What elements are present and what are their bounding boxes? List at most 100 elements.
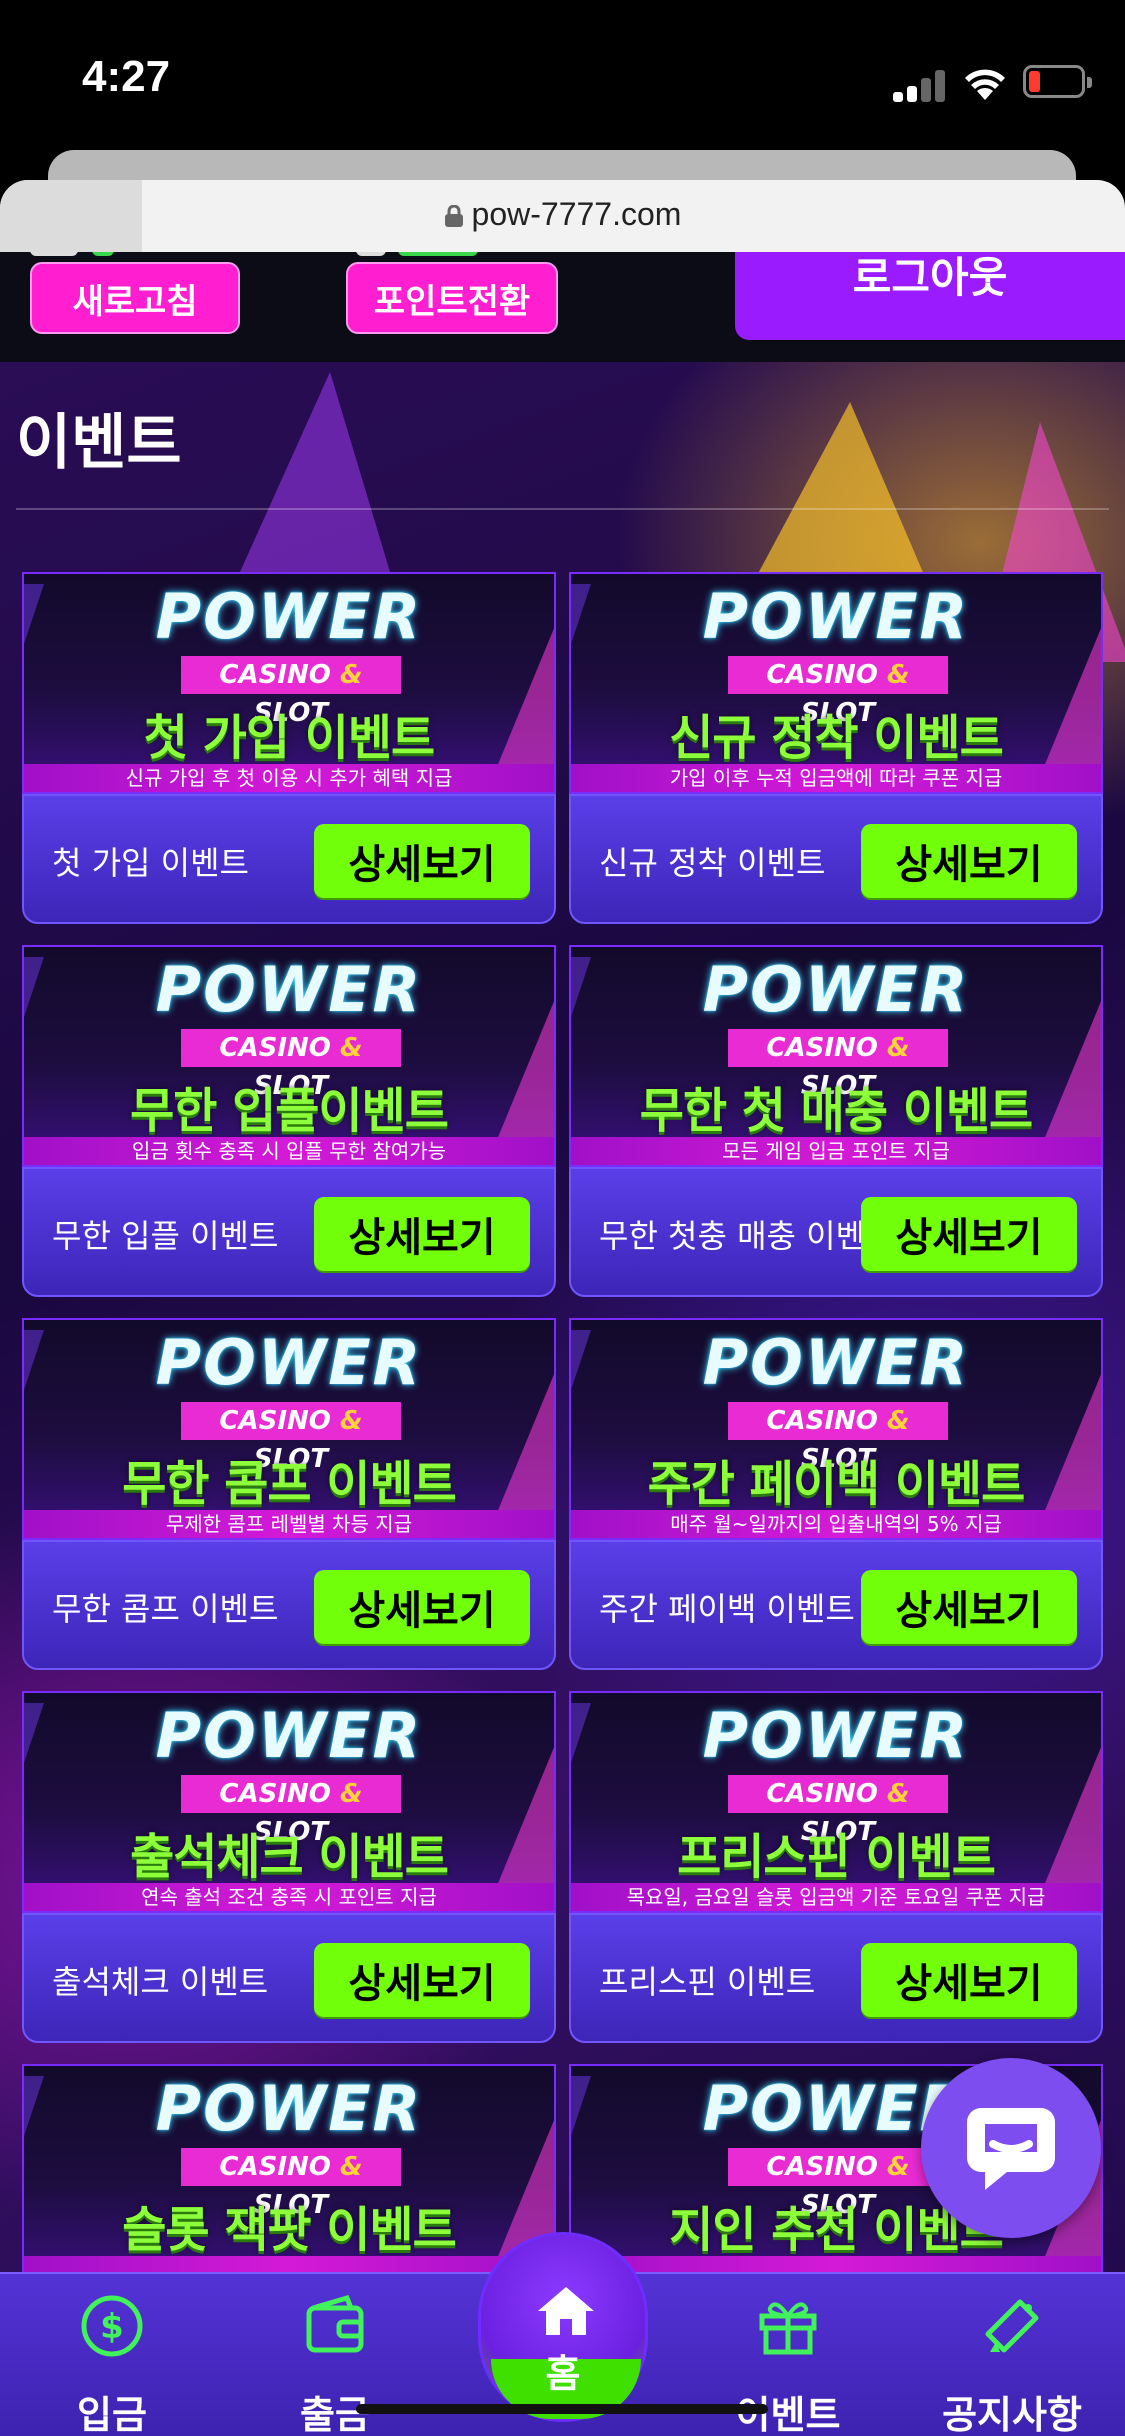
event-card-footer: 주간 페이백 이벤트 상세보기: [569, 1540, 1103, 1670]
lock-icon: [444, 205, 463, 227]
casino-slot-tag: CASINO & SLOT: [728, 1775, 948, 1847]
event-banner[interactable]: POWER CASINO & SLOT 무한 콤프 이벤트 무제한 콤프 레벨별…: [22, 1318, 556, 1540]
casino-slot-tag: CASINO & SLOT: [728, 1402, 948, 1474]
event-banner[interactable]: POWER CASINO & SLOT 무한 입플이벤트 입금 횟수 충족 시 …: [22, 945, 556, 1167]
brand-logo: POWER: [702, 580, 970, 653]
casino-slot-tag: CASINO & SLOT: [181, 1402, 401, 1474]
event-banner-subtitle: 신규 가입 후 첫 이용 시 추가 혜택 지급: [24, 764, 554, 792]
casino-slot-tag: CASINO & SLOT: [728, 2148, 948, 2220]
view-details-button[interactable]: 상세보기: [861, 1570, 1077, 1644]
view-details-button[interactable]: 상세보기: [314, 1943, 530, 2017]
event-name: 주간 페이백 이벤트: [599, 1590, 855, 1628]
view-details-button[interactable]: 상세보기: [314, 824, 530, 898]
brand-logo: POWER: [702, 953, 970, 1026]
points-chip: [356, 252, 386, 256]
event-card[interactable]: POWER CASINO & SLOT 무한 콤프 이벤트 무제한 콤프 레벨별…: [22, 1318, 556, 1670]
event-card-footer: 신규 정착 이벤트 상세보기: [569, 794, 1103, 924]
event-card[interactable]: POWER CASINO & SLOT 신규 정착 이벤트 가입 이후 누적 입…: [569, 572, 1103, 924]
event-banner[interactable]: POWER CASINO & SLOT 첫 가입 이벤트 신규 가입 후 첫 이…: [22, 572, 556, 794]
megaphone-icon: [985, 2299, 1039, 2353]
brand-logo: POWER: [702, 1326, 970, 1399]
event-card[interactable]: POWER CASINO & SLOT 첫 가입 이벤트 신규 가입 후 첫 이…: [22, 572, 556, 924]
brand-logo: POWER: [155, 953, 423, 1026]
wifi-icon: [965, 69, 1005, 100]
event-banner-subtitle: 무제한 콤프 레벨별 차등 지급: [24, 1510, 554, 1538]
event-name: 무한 첫충 매충 이벤트: [599, 1217, 895, 1255]
battery-low-icon: [1023, 65, 1092, 98]
event-banner-title: 첫 가입 이벤트: [143, 710, 435, 766]
logout-button[interactable]: 로그아웃: [735, 252, 1125, 340]
page-title: 이벤트: [16, 408, 182, 478]
user-balance-chip: [92, 252, 114, 256]
view-details-button[interactable]: 상세보기: [314, 1197, 530, 1271]
event-banner[interactable]: POWER CASINO & SLOT 주간 페이백 이벤트 매주 월~일까지의…: [569, 1318, 1103, 1540]
event-banner-title: 무한 입플이벤트: [130, 1083, 449, 1139]
refresh-button[interactable]: 새로고침: [30, 262, 240, 334]
event-banner[interactable]: POWER CASINO & SLOT 슬롯 잭팟 이벤트: [22, 2064, 556, 2272]
event-card-footer: 무한 첫충 매충 이벤트 상세보기: [569, 1167, 1103, 1297]
nav-deposit[interactable]: $ 입금: [12, 2274, 212, 2436]
event-card[interactable]: POWER CASINO & SLOT 주간 페이백 이벤트 매주 월~일까지의…: [569, 1318, 1103, 1670]
casino-slot-tag: CASINO & SLOT: [181, 1029, 401, 1101]
event-card[interactable]: POWER CASINO & SLOT 프리스핀 이벤트 목요일, 금요일 슬롯…: [569, 1691, 1103, 2043]
event-banner-title: 슬롯 잭팟 이벤트: [122, 2202, 457, 2258]
nav-home[interactable]: 홈: [478, 2232, 648, 2422]
event-banner-title: 신규 정착 이벤트: [669, 710, 1004, 766]
user-level-chip: [30, 252, 78, 256]
title-divider: [16, 508, 1109, 510]
cellular-signal-icon: [893, 70, 947, 102]
event-banner-title: 무한 첫 매충 이벤트: [639, 1083, 1033, 1139]
event-banner-subtitle: [24, 2256, 554, 2272]
event-banner[interactable]: POWER CASINO & SLOT 무한 첫 매충 이벤트 모든 게임 입금…: [569, 945, 1103, 1167]
event-card[interactable]: POWER CASINO & SLOT 출석체크 이벤트 연속 출석 조건 충족…: [22, 1691, 556, 2043]
event-banner-title: 무한 콤프 이벤트: [122, 1456, 457, 1512]
view-details-button[interactable]: 상세보기: [861, 824, 1077, 898]
dollar-coin-icon: $: [81, 2295, 143, 2357]
event-card[interactable]: POWER CASINO & SLOT 무한 입플이벤트 입금 횟수 충족 시 …: [22, 945, 556, 1297]
nav-notice[interactable]: 공지사항: [912, 2274, 1112, 2436]
brand-logo: POWER: [155, 580, 423, 653]
gift-icon: [759, 2302, 817, 2355]
home-indicator-bar: [356, 2404, 768, 2414]
event-name: 첫 가입 이벤트: [52, 844, 249, 882]
event-card-footer: 무한 콤프 이벤트 상세보기: [22, 1540, 556, 1670]
brand-logo: POWER: [155, 1326, 423, 1399]
event-banner[interactable]: POWER CASINO & SLOT 프리스핀 이벤트 목요일, 금요일 슬롯…: [569, 1691, 1103, 1913]
casino-slot-tag: CASINO & SLOT: [181, 1775, 401, 1847]
home-icon: [538, 2287, 594, 2335]
event-card-footer: 출석체크 이벤트 상세보기: [22, 1913, 556, 2043]
event-banner-subtitle: 연속 출석 조건 충족 시 포인트 지급: [24, 1883, 554, 1911]
event-name: 출석체크 이벤트: [52, 1963, 269, 2001]
nav-deposit-label: 입금: [77, 2393, 147, 2436]
points-convert-button[interactable]: 포인트전환: [346, 262, 558, 334]
view-details-button[interactable]: 상세보기: [861, 1197, 1077, 1271]
status-bar: 4:27: [0, 0, 1125, 150]
url-display[interactable]: pow-7777.com: [0, 196, 1125, 233]
live-chat-button[interactable]: [921, 2058, 1101, 2238]
event-banner-title: 출석체크 이벤트: [130, 1829, 449, 1885]
event-card[interactable]: POWER CASINO & SLOT 무한 첫 매충 이벤트 모든 게임 입금…: [569, 945, 1103, 1297]
event-banner-subtitle: 가입 이후 누적 입금액에 따라 쿠폰 지급: [571, 764, 1101, 792]
event-card[interactable]: POWER CASINO & SLOT 슬롯 잭팟 이벤트 상세보기: [22, 2064, 556, 2272]
event-banner-subtitle: 모든 게임 입금 포인트 지급: [571, 1137, 1101, 1165]
event-banner-subtitle: [571, 2256, 1101, 2272]
chat-bubble-icon: [967, 2108, 1055, 2190]
events-page: 이벤트 POWER CASINO & SLOT 첫 가입 이벤트 신규 가입 후…: [0, 362, 1125, 2272]
decor-triangle: [240, 372, 390, 572]
status-time: 4:27: [82, 52, 171, 101]
points-value-chip: [398, 252, 478, 256]
event-card-footer: 프리스핀 이벤트 상세보기: [569, 1913, 1103, 2043]
event-banner[interactable]: POWER CASINO & SLOT 신규 정착 이벤트 가입 이후 누적 입…: [569, 572, 1103, 794]
event-banner[interactable]: POWER CASINO & SLOT 출석체크 이벤트 연속 출석 조건 충족…: [22, 1691, 556, 1913]
wallet-icon: [306, 2294, 364, 2353]
event-name: 무한 콤프 이벤트: [52, 1590, 279, 1628]
brand-logo: POWER: [155, 2072, 423, 2145]
view-details-button[interactable]: 상세보기: [861, 1943, 1077, 2017]
svg-text:$: $: [100, 2307, 124, 2347]
view-details-button[interactable]: 상세보기: [314, 1570, 530, 1644]
event-card-footer: 첫 가입 이벤트 상세보기: [22, 794, 556, 924]
event-card-footer: 무한 입플 이벤트 상세보기: [22, 1167, 556, 1297]
event-banner-subtitle: 입금 횟수 충족 시 입플 무한 참여가능: [24, 1137, 554, 1165]
user-action-bar: 새로고침 포인트전환 로그아웃: [0, 252, 1125, 362]
casino-slot-tag: CASINO & SLOT: [181, 2148, 401, 2220]
